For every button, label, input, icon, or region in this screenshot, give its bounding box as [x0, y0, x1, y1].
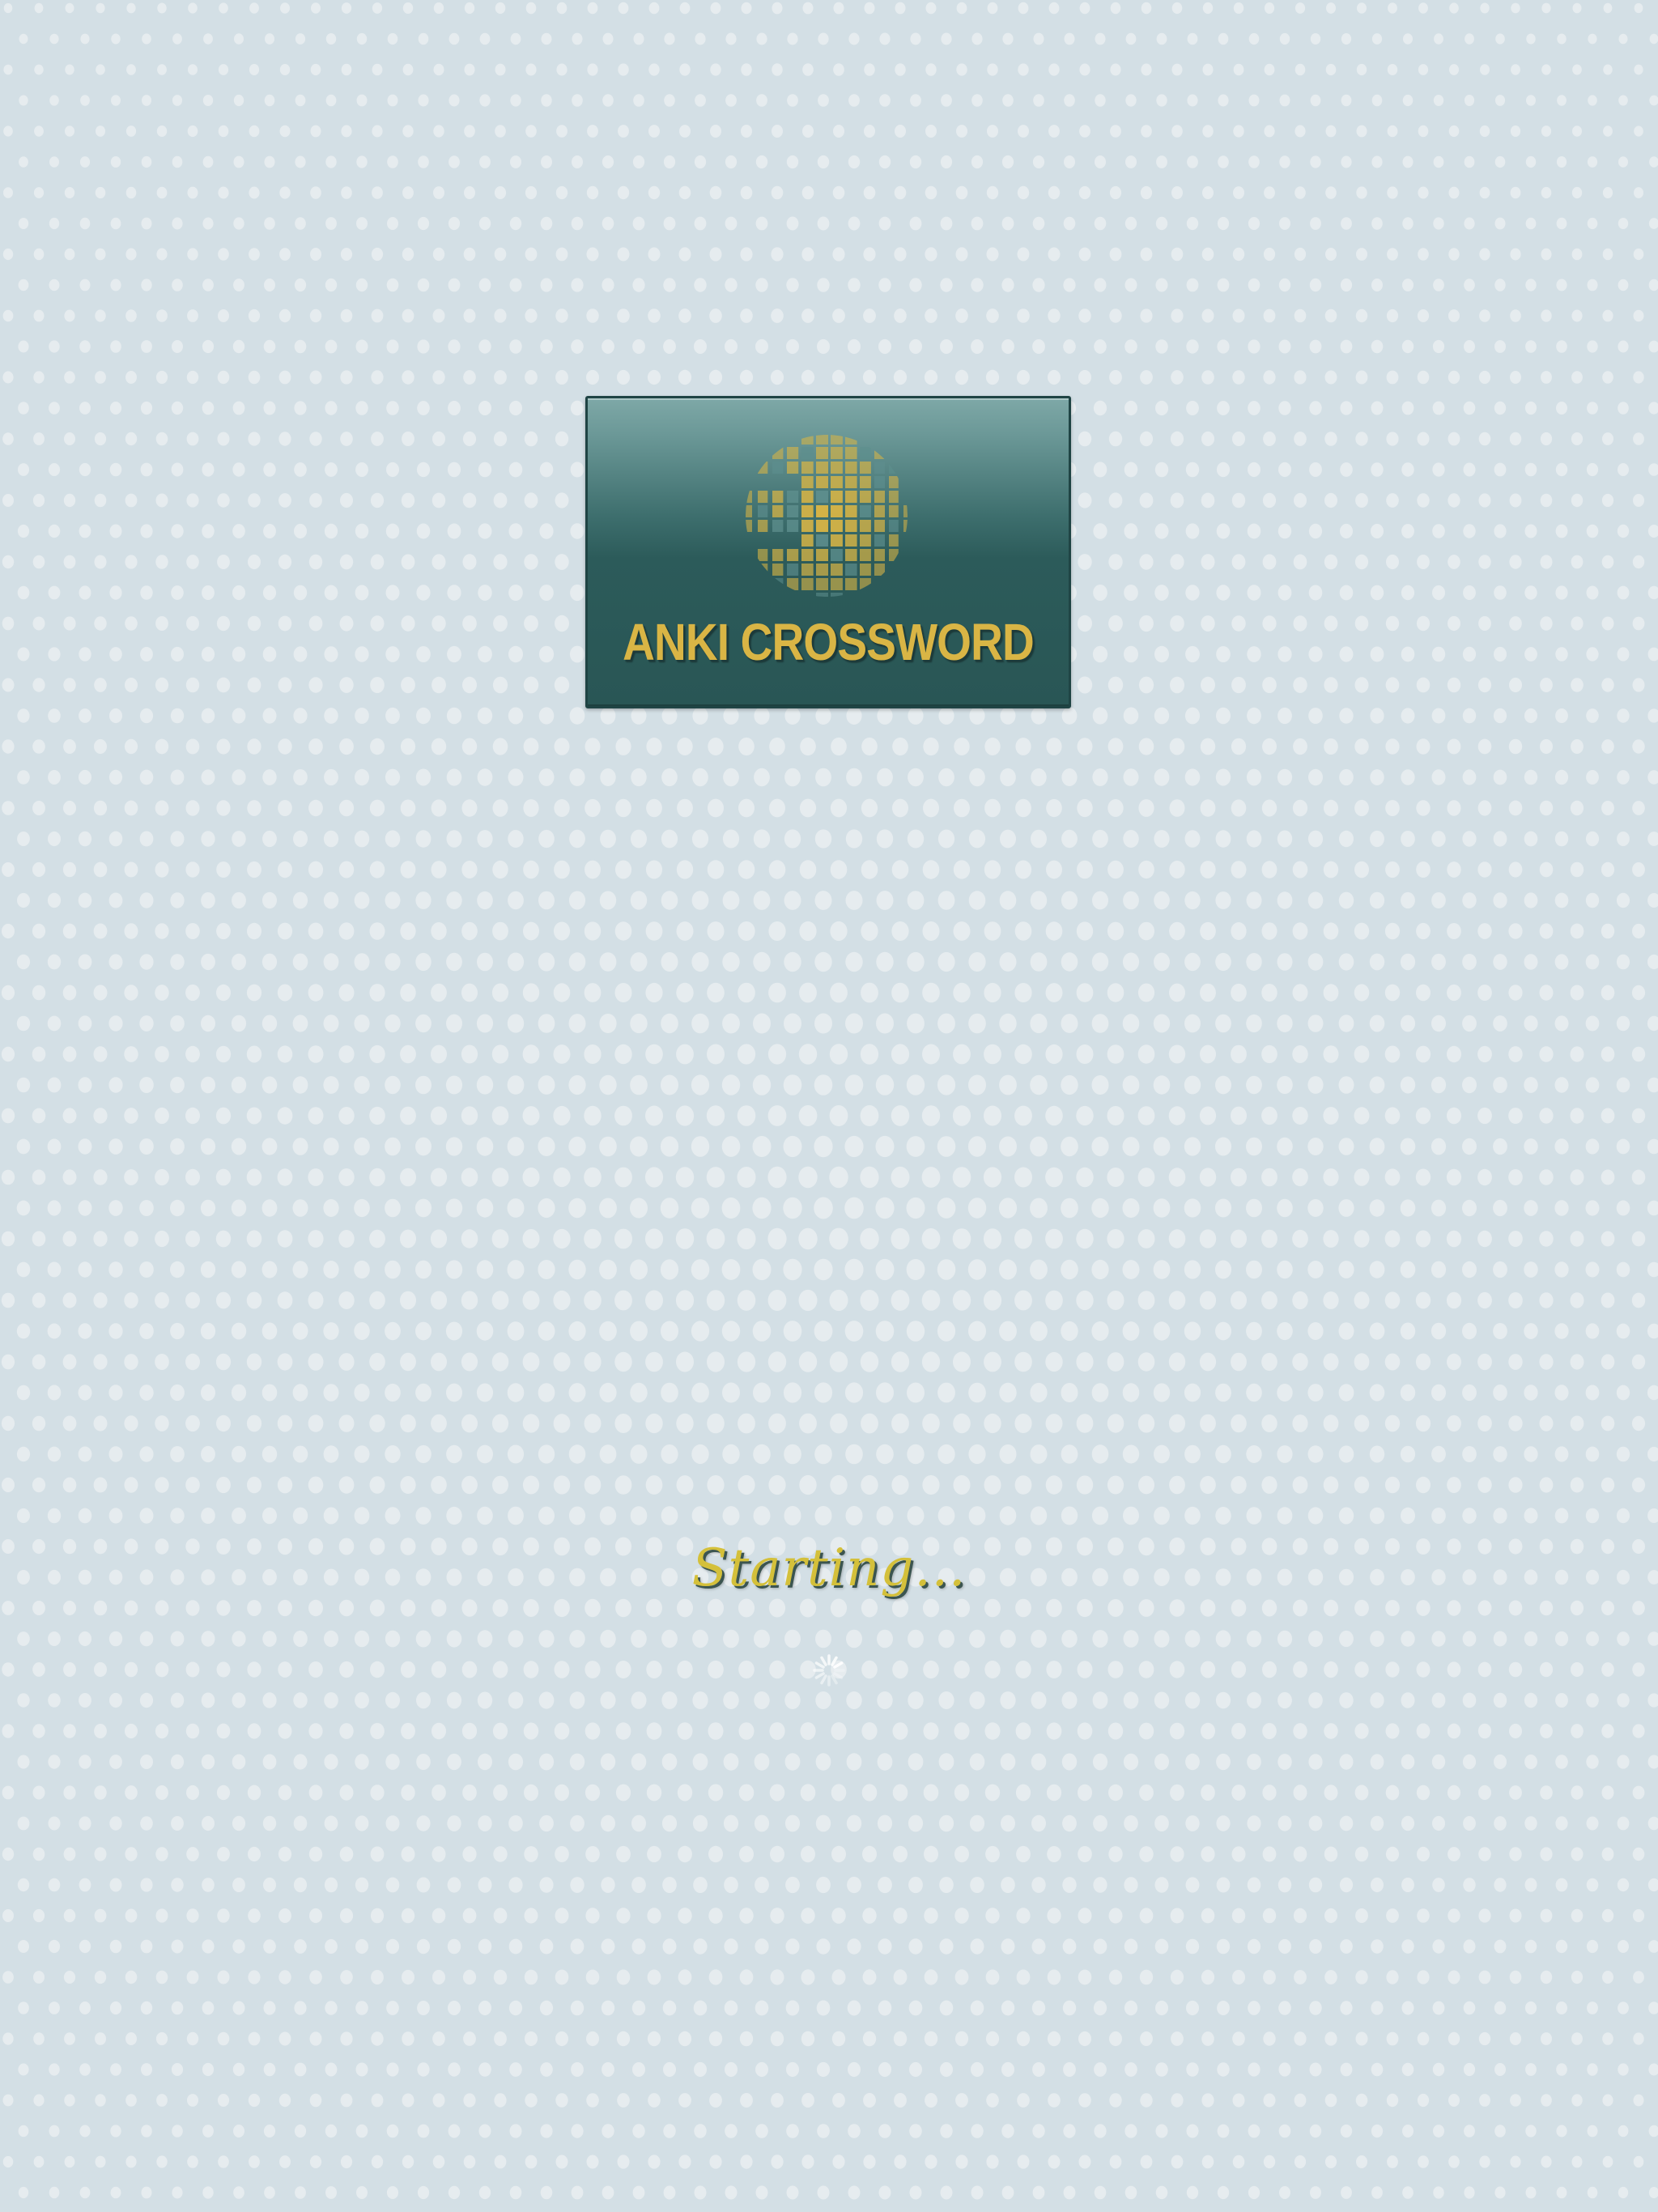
app-logo: ANKI CROSSWORD — [585, 396, 1071, 708]
background-dot-pattern — [1, 2, 1658, 2200]
logo-wordmark: ANKI CROSSWORD — [623, 613, 1035, 671]
globe-crossword-icon — [746, 435, 908, 597]
loading-spinner-icon — [813, 1654, 845, 1687]
status-text: Starting... — [691, 1538, 967, 1598]
